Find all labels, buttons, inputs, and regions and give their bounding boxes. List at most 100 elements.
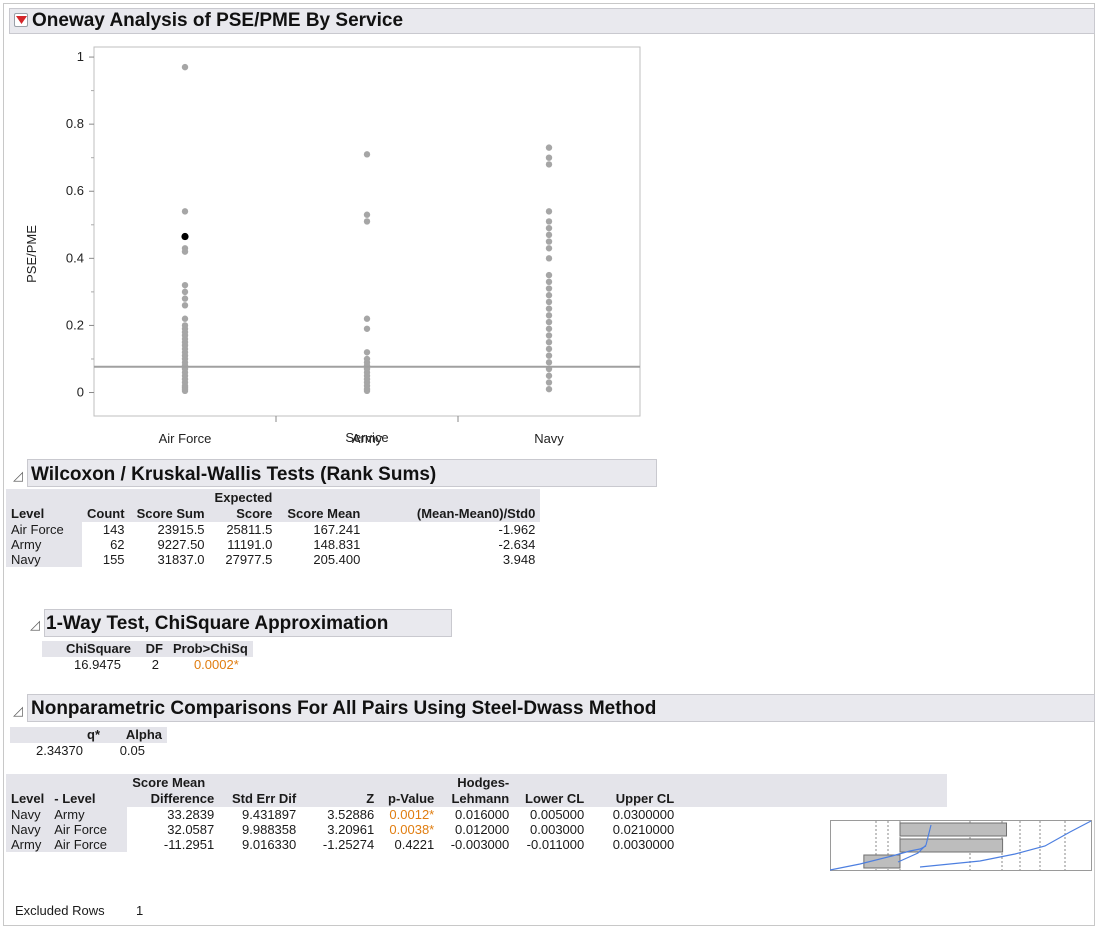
data-point — [363, 325, 371, 332]
data-point — [545, 224, 553, 232]
col-header-hodges: Hodges- — [439, 774, 515, 791]
y-axis-title: PSE/PME — [24, 225, 39, 283]
x-tick-label: Navy — [534, 431, 564, 446]
data-point — [545, 359, 553, 366]
col-header-score-sum — [129, 489, 210, 506]
col-header-df: DF — [136, 641, 168, 657]
data-point — [363, 349, 371, 356]
data-point — [545, 298, 553, 306]
prob-chisq-value: 0.0002* — [193, 657, 239, 672]
data-point — [545, 345, 553, 353]
data-point — [363, 151, 371, 158]
x-tick-label: Air Force — [159, 431, 212, 446]
data-point — [545, 255, 553, 262]
data-point — [545, 231, 553, 239]
col-header-level — [6, 489, 82, 506]
data-point — [545, 312, 553, 319]
table-row: Navy 155 31837.0 27977.5 205.400 3.948 — [6, 552, 540, 567]
red-triangle-menu-icon[interactable] — [14, 13, 28, 27]
data-point — [181, 302, 189, 309]
collapse-triangle-icon[interactable]: ◿ — [30, 617, 40, 633]
y-tick-label: 0.8 — [66, 116, 84, 131]
data-point — [363, 315, 371, 322]
p-value-significant: 0.0038* — [389, 822, 435, 837]
col-header-score-mean-difference: Difference — [127, 791, 220, 807]
col-header-q-star: q* — [10, 727, 105, 743]
col-header-std-err-dif: Std Err Dif — [219, 791, 302, 807]
y-tick-label: 0 — [77, 385, 84, 400]
col-header-prob-chisq: Prob>ChiSq — [168, 641, 253, 657]
wilcoxon-title: Wilcoxon / Kruskal-Wallis Tests (Rank Su… — [31, 464, 437, 485]
col-header-count: Count — [82, 506, 130, 522]
wilcoxon-table: Expected Level Count Score Sum Score Sco… — [6, 489, 541, 567]
difference-bar — [899, 822, 1008, 837]
col-header-diff-bar-chart — [679, 791, 948, 807]
data-point — [545, 292, 553, 299]
data-point — [545, 218, 553, 225]
table-row: Army 62 9227.50 11191.0 148.831 -2.634 — [6, 537, 540, 552]
col-header-p-value: p-Value — [379, 791, 440, 807]
data-point — [181, 248, 189, 255]
y-tick-label: 0.4 — [66, 250, 84, 265]
data-point — [545, 352, 553, 359]
data-point — [545, 325, 553, 332]
p-value: 0.4221 — [394, 837, 435, 852]
data-point — [181, 281, 189, 289]
excluded-rows-label: Excluded Rows — [15, 903, 105, 918]
col-header-mean-std: (Mean-Mean0)/Std0 — [365, 506, 541, 522]
data-point — [545, 161, 553, 168]
data-point — [545, 154, 553, 161]
data-point — [545, 318, 553, 326]
data-point — [181, 315, 189, 322]
collapse-triangle-icon[interactable]: ◿ — [13, 468, 23, 484]
data-point — [545, 385, 553, 393]
excluded-rows-value: 1 — [136, 903, 144, 918]
col-header-score-mean-diff: Score Mean — [127, 774, 220, 791]
oneway-scatter-chart: 00.20.40.60.81 Air Force Army Navy PSE/PME… — [24, 46, 641, 446]
q-alpha-table: q* Alpha 2.34370 0.05 — [10, 727, 167, 758]
data-point — [181, 387, 189, 395]
table-row: 16.9475 2 0.0002* — [42, 657, 253, 672]
data-point — [545, 278, 553, 286]
col-header-expected-score: Score — [209, 506, 278, 522]
chisq-title: 1-Way Test, ChiSquare Approximation — [46, 613, 389, 634]
y-tick-label: 0.2 — [66, 317, 84, 332]
col-header-upper-cl: Upper CL — [589, 791, 680, 807]
p-value-significant: 0.0012* — [389, 807, 435, 822]
col-header-score-sum: Score Sum — [129, 506, 210, 522]
y-tick-label: 0.6 — [66, 183, 84, 198]
data-point — [545, 379, 553, 386]
data-point — [545, 144, 553, 151]
col-header-expected: Expected — [209, 489, 278, 506]
steel-dwass-table: Score Mean Hodges- Level - Level Differe… — [6, 774, 948, 852]
data-point — [181, 288, 189, 296]
chisq-table: ChiSquare DF Prob>ChiSq 16.9475 2 0.0002… — [42, 641, 253, 672]
col-header-level: Level — [6, 791, 50, 807]
collapse-triangle-icon[interactable]: ◿ — [13, 703, 23, 719]
x-axis-title: Service — [345, 430, 388, 445]
col-header-level: Level — [6, 506, 82, 522]
col-header-chisquare: ChiSquare — [42, 641, 136, 657]
score-mean-difference-bar-chart — [830, 820, 1092, 871]
data-point — [363, 218, 371, 225]
y-tick-label: 1 — [77, 49, 84, 64]
data-point — [545, 208, 553, 215]
report-title: Oneway Analysis of PSE/PME By Service — [32, 10, 404, 31]
col-header-minus-level: - Level — [49, 791, 128, 807]
data-point — [363, 387, 371, 395]
selected-data-point — [181, 232, 189, 241]
data-point — [545, 305, 553, 312]
data-point — [181, 63, 189, 71]
col-header-hodges-lehmann: Lehmann — [439, 791, 515, 807]
data-point — [545, 285, 553, 292]
data-point — [545, 339, 553, 346]
col-header-score-mean: Score Mean — [277, 506, 366, 522]
table-row: Navy Army 33.2839 9.431897 3.52886 0.001… — [6, 807, 947, 822]
table-row: Air Force 143 23915.5 25811.5 167.241 -1… — [6, 522, 540, 537]
data-point — [545, 271, 553, 279]
col-header-z: Z — [301, 791, 380, 807]
data-point — [545, 332, 553, 339]
col-header-lower-cl: Lower CL — [514, 791, 590, 807]
data-point — [181, 295, 189, 302]
data-point — [181, 208, 189, 215]
